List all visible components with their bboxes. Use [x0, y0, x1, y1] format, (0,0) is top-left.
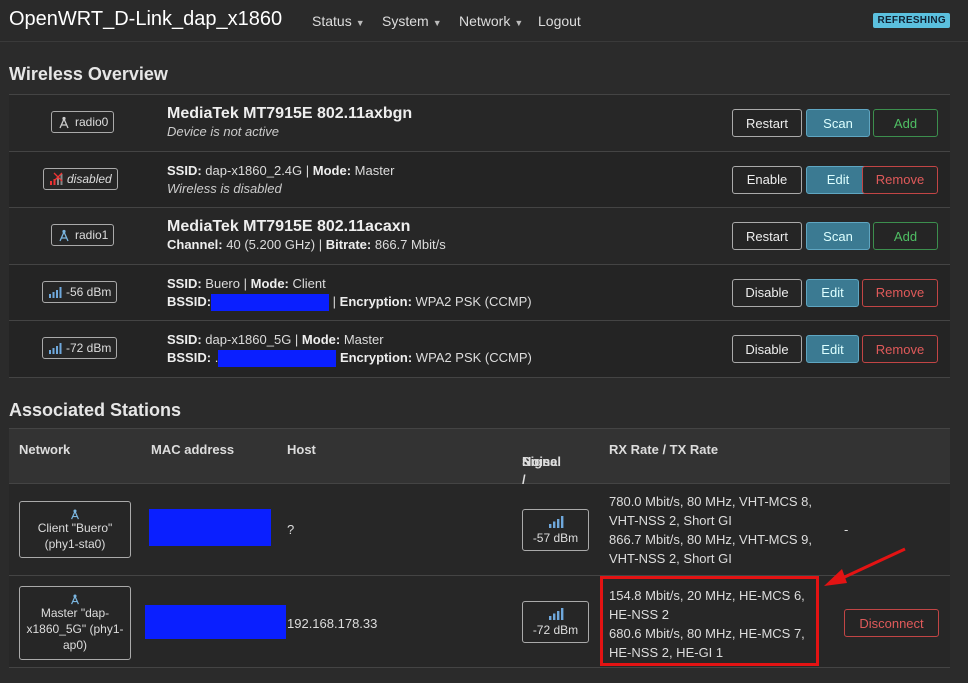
- remove-button[interactable]: Remove: [862, 335, 938, 363]
- scan-button[interactable]: Scan: [806, 109, 870, 137]
- nav-status-menu[interactable]: Status ▼: [312, 13, 365, 29]
- antenna-icon: [71, 594, 79, 605]
- redacted-mac: [145, 605, 286, 639]
- add-button[interactable]: Add: [873, 222, 938, 250]
- signal-strength-icon: [548, 516, 563, 528]
- disconnect-button[interactable]: Disconnect: [844, 609, 939, 637]
- top-navbar: OpenWRT_D-Link_dap_x1860 Status ▼ System ▼…: [0, 0, 968, 42]
- mode-value: Master: [354, 162, 395, 178]
- host-value: ?: [287, 522, 295, 537]
- radio-badge: radio0: [51, 111, 115, 133]
- radio-badge: radio1: [51, 224, 115, 246]
- rx-tx-rates: 780.0 Mbit/s, 80 MHz, VHT-MCS 8, VHT-NSS…: [609, 494, 813, 566]
- col-rates: RX Rate / TX Rate: [609, 442, 719, 457]
- encryption-value: WPA2 PSK (CCMP): [415, 350, 532, 365]
- disabled-badge: disabled: [43, 167, 118, 190]
- signal-badge: -56 dBm: [42, 280, 118, 303]
- edit-button[interactable]: Edit: [806, 165, 870, 194]
- network-badge: Client "Buero" (phy1-sta0): [19, 501, 131, 558]
- nav-system-menu[interactable]: System ▼: [382, 13, 442, 29]
- nav-logout-link[interactable]: Logout: [538, 13, 581, 29]
- highlight-box: [600, 576, 819, 666]
- channel-value: 40 (5.200 GHz): [226, 237, 316, 252]
- interface-info: SSID: dap-x1860_2.4G | Mode: Master Wire…: [167, 162, 395, 196]
- refreshing-badge[interactable]: REFRESHING: [873, 13, 950, 28]
- wireless-device-row: radio1 MediaTek MT7915E 802.11acaxn Chan…: [9, 208, 950, 265]
- col-host: Host: [287, 442, 316, 457]
- device-info: MediaTek MT7915E 802.11axbgn Device is n…: [167, 105, 412, 141]
- redacted-bssid: [211, 293, 330, 311]
- wireless-interface-row: -56 dBm SSID: Buero | Mode: Client BSSID…: [9, 264, 950, 321]
- scan-button[interactable]: Scan: [806, 222, 870, 250]
- ssid-value: dap-x1860_2.4G: [205, 162, 303, 178]
- associated-stations-title: Associated Stations: [9, 400, 182, 420]
- interface-info: SSID: dap-x1860_5G | Mode: Master BSSID:…: [167, 331, 532, 368]
- table-header: Network MAC address Host Signal / Noise R…: [9, 428, 950, 487]
- signal-strength-icon: [49, 286, 62, 298]
- annotation-arrow-icon: [824, 547, 906, 586]
- device-info: MediaTek MT7915E 802.11acaxn Channel: 40…: [167, 218, 446, 252]
- antenna-icon: [59, 116, 69, 129]
- device-hostname[interactable]: OpenWRT_D-Link_dap_x1860: [9, 8, 282, 31]
- redacted-mac: [149, 509, 271, 546]
- disable-button[interactable]: Disable: [732, 278, 802, 307]
- host-value: 192.168.178.33: [287, 616, 378, 631]
- interface-status: Wireless is disabled: [167, 180, 282, 196]
- mode-value: Master: [343, 332, 384, 347]
- disable-button[interactable]: Disable: [732, 335, 802, 363]
- signal-strength-icon: [548, 608, 563, 620]
- device-model: MediaTek MT7915E 802.11acaxn: [167, 218, 411, 235]
- remove-button[interactable]: Remove: [862, 165, 938, 194]
- wireless-overview-table: radio0 MediaTek MT7915E 802.11axbgn Devi…: [9, 94, 950, 378]
- chevron-down-icon: ▼: [514, 18, 524, 28]
- enable-button[interactable]: Enable: [732, 165, 802, 194]
- remove-button[interactable]: Remove: [862, 278, 938, 307]
- network-badge: Master "dap- x1860_5G" (phy1- ap0): [19, 586, 131, 660]
- signal-badge: -72 dBm: [522, 601, 589, 643]
- chevron-down-icon: ▼: [432, 18, 442, 28]
- no-action: -: [844, 522, 849, 537]
- wireless-overview-title: Wireless Overview: [9, 64, 168, 84]
- wireless-device-row: radio0 MediaTek MT7915E 802.11axbgn Devi…: [9, 95, 950, 152]
- antenna-icon: [71, 508, 79, 519]
- signal-badge: -57 dBm: [522, 509, 589, 551]
- chevron-down-icon: ▼: [355, 18, 365, 28]
- col-mac: MAC address: [151, 442, 235, 457]
- col-network: Network: [19, 442, 71, 457]
- signal-strength-icon: [49, 343, 62, 354]
- edit-button[interactable]: Edit: [806, 335, 859, 363]
- restart-button[interactable]: Restart: [732, 109, 802, 137]
- restart-button[interactable]: Restart: [732, 222, 802, 250]
- device-status: Device is not active: [167, 124, 279, 139]
- redacted-bssid: [218, 350, 337, 368]
- table-row: Client "Buero" (phy1-sta0) ? -57 dBm 780…: [9, 484, 950, 576]
- add-button[interactable]: Add: [873, 109, 938, 137]
- ssid-value: dap-x1860_5G: [205, 332, 292, 347]
- wireless-interface-row: disabled SSID: dap-x1860_2.4G | Mode: Ma…: [9, 151, 950, 208]
- signal-disabled-icon: [50, 172, 63, 185]
- signal-badge: -72 dBm: [42, 337, 118, 359]
- ssid-value: Buero: [205, 275, 240, 291]
- interface-info: SSID: Buero | Mode: Client BSSID: | Encr…: [167, 275, 532, 311]
- antenna-icon: [59, 229, 69, 242]
- encryption-value: WPA2 PSK (CCMP): [415, 293, 532, 309]
- nav-network-menu[interactable]: Network ▼: [459, 13, 523, 29]
- wireless-interface-row: -72 dBm SSID: dap-x1860_5G | Mode: Maste…: [9, 321, 950, 378]
- bitrate-value: 866.7 Mbit/s: [374, 237, 446, 252]
- edit-button[interactable]: Edit: [806, 278, 859, 307]
- device-model: MediaTek MT7915E 802.11axbgn: [167, 105, 413, 122]
- mode-value: Client: [292, 275, 326, 291]
